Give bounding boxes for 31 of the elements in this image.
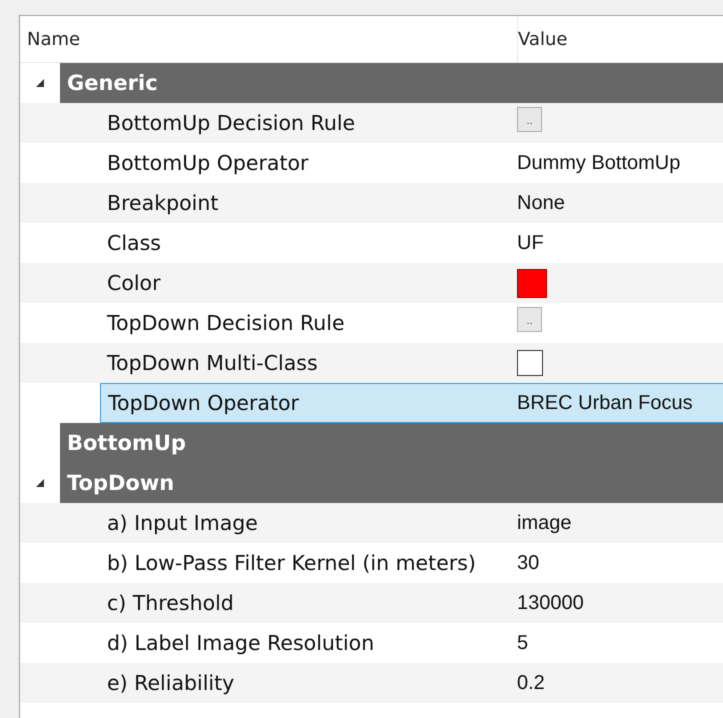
property-value: Dummy BottomUp (517, 152, 680, 174)
category-header[interactable]: BottomUp (60, 423, 723, 463)
property-name[interactable]: BottomUp Decision Rule (100, 103, 517, 143)
property-name[interactable]: Class (100, 223, 517, 263)
property-value: BREC Urban Focus (517, 392, 693, 414)
category-header[interactable]: TopDown (60, 463, 723, 503)
category-header[interactable]: Generic (60, 63, 723, 103)
property-name[interactable]: TopDown Operator (100, 383, 517, 423)
ellipsis-button[interactable]: .. (517, 306, 542, 332)
property-name[interactable]: Breakpoint (100, 183, 517, 223)
property-value: image (517, 512, 572, 534)
ellipsis-button[interactable]: .. (517, 106, 542, 132)
property-name[interactable]: a) Input Image (100, 503, 517, 543)
property-value: UF (517, 232, 544, 254)
column-header[interactable]: Value (518, 28, 568, 50)
property-value: 30 (517, 552, 540, 574)
checkbox[interactable] (517, 350, 543, 376)
property-name[interactable]: BottomUp Operator (100, 143, 517, 183)
property-name[interactable]: b) Low-Pass Filter Kernel (in meters) (100, 543, 517, 583)
property-name[interactable]: d) Label Image Resolution (100, 623, 517, 663)
property-value: 5 (517, 632, 528, 654)
property-name[interactable]: c) Threshold (100, 583, 517, 623)
property-name[interactable]: e) Reliability (100, 663, 517, 703)
expanded-arrow-icon[interactable] (35, 78, 45, 88)
property-value: 130000 (517, 592, 584, 614)
property-name[interactable]: TopDown Decision Rule (100, 303, 517, 343)
property-value: None (517, 192, 565, 214)
color-swatch[interactable] (517, 268, 547, 298)
expanded-arrow-icon[interactable] (35, 478, 45, 488)
column-header[interactable]: Name (27, 28, 80, 50)
property-value: 0.2 (517, 672, 545, 694)
